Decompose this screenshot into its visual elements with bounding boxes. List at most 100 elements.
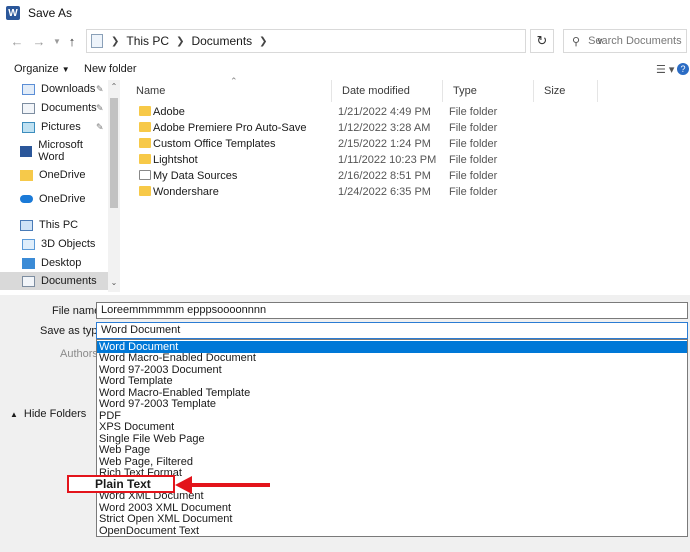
sidebar-item-3d-objects[interactable]: 3D Objects bbox=[0, 235, 108, 253]
scroll-down-icon[interactable]: ⌄ bbox=[109, 278, 119, 287]
file-name-field[interactable]: Loreemmmmmm epppsoooonnnn bbox=[96, 302, 688, 319]
title-bar: W Save As bbox=[0, 0, 690, 26]
save-as-type-select[interactable]: Word Document bbox=[96, 322, 688, 339]
authors-label: Authors: bbox=[60, 348, 101, 360]
sidebar-scrollbar[interactable]: ⌃ ⌄ bbox=[108, 80, 120, 292]
sidebar-item-downloads[interactable]: Downloads ✎ bbox=[0, 80, 108, 98]
file-date: 1/21/2022 4:49 PM bbox=[338, 106, 431, 118]
file-type: File folder bbox=[449, 122, 498, 134]
chevron-down-icon: ▼ bbox=[61, 65, 70, 74]
scroll-up-icon[interactable]: ⌃ bbox=[109, 82, 119, 91]
documents-icon bbox=[22, 275, 35, 287]
scrollbar-thumb[interactable] bbox=[110, 98, 118, 208]
address-bar[interactable]: ❯ This PC ❯ Documents ❯ ∨ bbox=[86, 29, 603, 53]
type-option[interactable]: Word Macro-Enabled Document bbox=[97, 352, 687, 364]
breadcrumb-this-pc[interactable]: This PC bbox=[126, 34, 169, 48]
column-type[interactable]: Type bbox=[443, 80, 534, 102]
plain-text-highlight-box: Plain Text bbox=[67, 475, 175, 493]
save-as-type-dropdown: Word Document Word Macro-Enabled Documen… bbox=[96, 339, 688, 537]
sidebar-item-documents[interactable]: Documents bbox=[0, 272, 108, 290]
sidebar-item-label: Documents bbox=[41, 275, 97, 287]
file-type: File folder bbox=[449, 154, 498, 166]
list-item[interactable]: My Data Sources 2/16/2022 8:51 PM File f… bbox=[126, 168, 596, 184]
file-name: My Data Sources bbox=[153, 170, 238, 182]
pc-location-icon bbox=[91, 34, 103, 48]
word-icon bbox=[20, 145, 33, 157]
column-size-label: Size bbox=[544, 85, 566, 97]
list-item[interactable]: Lightshot 1/11/2022 10:23 PM File folder bbox=[126, 152, 596, 168]
pc-icon bbox=[20, 219, 33, 231]
sidebar-item-onedrive[interactable]: OneDrive bbox=[0, 190, 108, 208]
folder-icon bbox=[139, 154, 151, 164]
type-option[interactable]: Strict Open XML Document bbox=[97, 513, 687, 525]
file-type: File folder bbox=[449, 186, 498, 198]
type-option[interactable]: XPS Document bbox=[97, 421, 687, 433]
column-date-modified[interactable]: Date modified bbox=[332, 80, 443, 102]
folder-icon bbox=[139, 186, 151, 196]
change-view-icon[interactable]: ☰ ▾ bbox=[656, 63, 674, 76]
back-arrow-icon[interactable]: ← bbox=[6, 30, 28, 52]
new-folder-button[interactable]: New folder bbox=[84, 63, 137, 75]
sidebar-item-documents-quick[interactable]: Documents ✎ bbox=[0, 99, 108, 117]
file-date: 2/16/2022 8:51 PM bbox=[338, 170, 431, 182]
column-type-label: Type bbox=[453, 85, 477, 97]
organize-label: Organize bbox=[14, 63, 59, 75]
pin-icon: ✎ bbox=[96, 102, 104, 113]
column-size[interactable]: Size bbox=[534, 80, 598, 102]
annotation-arrow-icon bbox=[175, 476, 192, 494]
sidebar-item-desktop[interactable]: Desktop bbox=[0, 254, 108, 272]
sidebar-item-label: 3D Objects bbox=[41, 238, 96, 250]
sidebar-item-label: Documents bbox=[41, 102, 97, 114]
list-item[interactable]: Wondershare 1/24/2022 6:35 PM File folde… bbox=[126, 184, 596, 200]
column-name-label: Name bbox=[136, 85, 166, 97]
data-sources-folder-icon bbox=[139, 170, 151, 180]
search-icon: ⚲ bbox=[572, 35, 581, 48]
breadcrumb-separator-icon[interactable]: ❯ bbox=[176, 36, 184, 47]
sidebar-item-label: OneDrive bbox=[39, 193, 86, 205]
documents-icon bbox=[22, 102, 35, 114]
file-date: 1/11/2022 10:23 PM bbox=[338, 154, 437, 166]
3d-objects-icon bbox=[22, 238, 35, 250]
search-input[interactable]: ⚲ Search Documents bbox=[563, 29, 687, 53]
folder-icon bbox=[20, 169, 33, 181]
sidebar-item-microsoft-word[interactable]: Microsoft Word bbox=[0, 139, 108, 163]
refresh-icon[interactable]: ↻ bbox=[530, 29, 554, 53]
pictures-icon bbox=[22, 121, 35, 133]
pin-icon: ✎ bbox=[96, 83, 104, 94]
list-item[interactable]: Adobe 1/21/2022 4:49 PM File folder bbox=[126, 104, 596, 120]
sidebar-item-label: OneDrive bbox=[39, 169, 86, 181]
navigation-pane: Downloads ✎ Documents ✎ Pictures ✎ Micro… bbox=[0, 80, 122, 292]
breadcrumb-separator-icon[interactable]: ❯ bbox=[111, 36, 119, 47]
navigation-bar: ← → ▼ ↑ ❯ This PC ❯ Documents ❯ ∨ ↻ ⚲ Se… bbox=[0, 26, 690, 56]
sidebar-item-label: Downloads bbox=[41, 83, 96, 95]
sidebar-item-this-pc[interactable]: This PC bbox=[0, 216, 108, 234]
chevron-up-icon: ▲ bbox=[10, 409, 18, 419]
folder-icon bbox=[139, 106, 151, 116]
sidebar-item-pictures[interactable]: Pictures ✎ bbox=[0, 118, 108, 136]
hide-folders-button[interactable]: ▲ Hide Folders bbox=[10, 408, 86, 420]
sidebar-item-onedrive-folder[interactable]: OneDrive bbox=[0, 166, 108, 184]
help-icon[interactable]: ? bbox=[677, 63, 689, 75]
file-type: File folder bbox=[449, 138, 498, 150]
list-item[interactable]: Adobe Premiere Pro Auto-Save 1/12/2022 3… bbox=[126, 120, 596, 136]
breadcrumb-separator-icon[interactable]: ❯ bbox=[259, 36, 267, 47]
file-list: Adobe 1/21/2022 4:49 PM File folder Adob… bbox=[126, 104, 690, 294]
command-bar: Organize ▼ New folder ☰ ▾ ? bbox=[0, 58, 690, 80]
list-item[interactable]: Custom Office Templates 2/15/2022 1:24 P… bbox=[126, 136, 596, 152]
column-name[interactable]: Name bbox=[126, 80, 332, 102]
up-arrow-icon[interactable]: ↑ bbox=[61, 30, 83, 52]
file-date: 1/24/2022 6:35 PM bbox=[338, 186, 431, 198]
breadcrumb-documents[interactable]: Documents bbox=[191, 34, 252, 48]
file-type: File folder bbox=[449, 106, 498, 118]
type-option[interactable]: Web Page bbox=[97, 444, 687, 456]
search-placeholder: Search Documents bbox=[588, 35, 682, 47]
file-date: 1/12/2022 3:28 AM bbox=[338, 122, 431, 134]
organize-button[interactable]: Organize ▼ bbox=[14, 63, 70, 75]
file-name: Adobe Premiere Pro Auto-Save bbox=[153, 122, 307, 134]
type-option[interactable]: OpenDocument Text bbox=[97, 525, 687, 537]
file-name: Custom Office Templates bbox=[153, 138, 276, 150]
type-option[interactable]: Word 97-2003 Template bbox=[97, 398, 687, 410]
file-type: File folder bbox=[449, 170, 498, 182]
type-option[interactable]: Word Template bbox=[97, 375, 687, 387]
folder-icon bbox=[139, 122, 151, 132]
